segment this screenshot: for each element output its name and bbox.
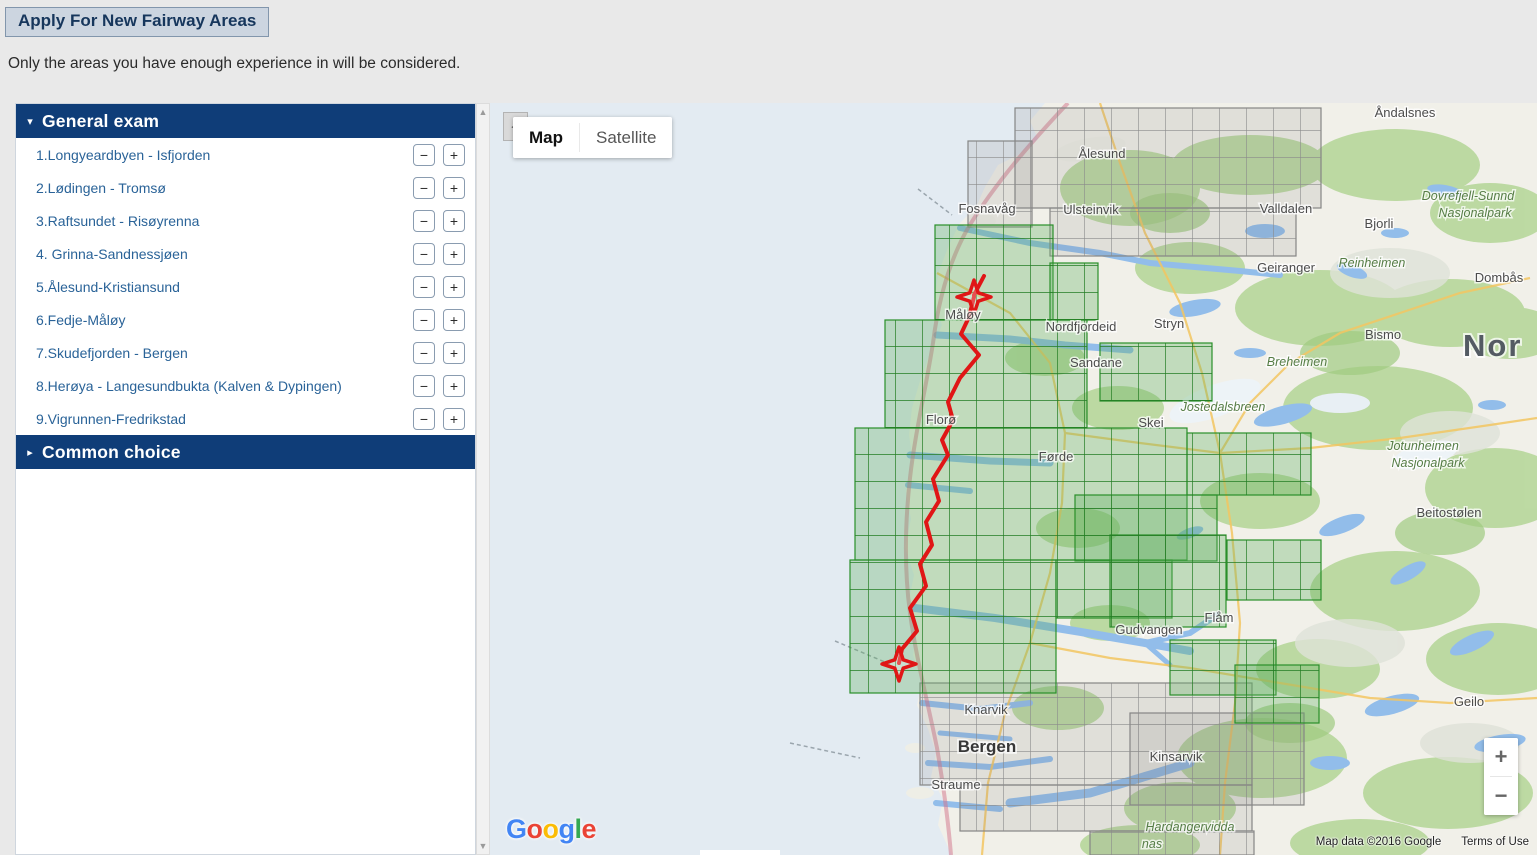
map-data-copyright: Map data ©2016 Google	[1316, 836, 1441, 848]
page-subtitle: Only the areas you have enough experienc…	[8, 55, 460, 73]
decrease-experience-button[interactable]: −	[413, 144, 435, 166]
scroll-down-icon[interactable]: ▼	[479, 838, 488, 854]
svg-text:Reinheimen: Reinheimen	[1339, 256, 1406, 270]
area-label: 4. Grinna-Sandnessjøen	[36, 246, 405, 262]
sidebar: ▾ General exam 1.Longyeardbyen - Isfjord…	[15, 103, 490, 855]
svg-text:Jotunheimen: Jotunheimen	[1386, 439, 1459, 453]
svg-text:Hardangervidda: Hardangervidda	[1146, 820, 1235, 834]
page-title: Apply For New Fairway Areas	[5, 7, 269, 37]
area-label: 7.Skudefjorden - Bergen	[36, 345, 405, 361]
map-graphics: Åndalsnes Ålesund Fosnavåg Ulsteinvik Vallda…	[490, 103, 1537, 855]
svg-text:Breheimen: Breheimen	[1267, 355, 1327, 369]
svg-text:Bjorli: Bjorli	[1365, 216, 1394, 231]
increase-experience-button[interactable]: +	[443, 342, 465, 364]
decrease-experience-button[interactable]: −	[413, 375, 435, 397]
map-attribution: Map data ©2016 Google Terms of Use	[1316, 836, 1529, 848]
area-label: 6.Fedje-Måløy	[36, 312, 405, 328]
increase-experience-button[interactable]: +	[443, 375, 465, 397]
area-row: 6.Fedje-Måløy − +	[16, 303, 475, 336]
map-view-button[interactable]: Map	[513, 117, 579, 158]
sidebar-panel: ▾ General exam 1.Longyeardbyen - Isfjord…	[15, 103, 476, 855]
increase-experience-button[interactable]: +	[443, 276, 465, 298]
area-label: 5.Ålesund-Kristiansund	[36, 279, 405, 295]
svg-text:Geiranger: Geiranger	[1257, 260, 1315, 275]
map-type-control: Map Satellite	[513, 117, 672, 158]
terms-of-use-link[interactable]: Terms of Use	[1461, 836, 1529, 848]
increase-experience-button[interactable]: +	[443, 408, 465, 430]
area-row: 2.Lødingen - Tromsø − +	[16, 171, 475, 204]
area-row: 5.Ålesund-Kristiansund − +	[16, 270, 475, 303]
svg-text:Ulsteinvik: Ulsteinvik	[1063, 202, 1119, 217]
area-row: 8.Herøya - Langesundbukta (Kalven & Dypi…	[16, 369, 475, 402]
area-label: 1.Longyeardbyen - Isfjorden	[36, 147, 405, 163]
svg-text:Jostedalsbreen: Jostedalsbreen	[1180, 400, 1266, 414]
increase-experience-button[interactable]: +	[443, 177, 465, 199]
section-common-choice[interactable]: ▸ Common choice	[16, 435, 475, 469]
sidebar-scrollbar[interactable]: ▲ ▼	[476, 103, 490, 855]
svg-text:Nordfjordeid: Nordfjordeid	[1046, 319, 1117, 334]
svg-text:Nasjonalpark: Nasjonalpark	[1392, 456, 1466, 470]
area-row: 9.Vigrunnen-Fredrikstad − +	[16, 402, 475, 435]
svg-text:Åndalsnes: Åndalsnes	[1375, 105, 1436, 120]
zoom-control: + −	[1484, 738, 1518, 815]
google-logo[interactable]: Google	[506, 814, 596, 845]
svg-text:Geilo: Geilo	[1454, 694, 1484, 709]
area-row: 7.Skudefjorden - Bergen − +	[16, 336, 475, 369]
svg-text:Ålesund: Ålesund	[1079, 146, 1126, 161]
area-label: 8.Herøya - Langesundbukta (Kalven & Dypi…	[36, 378, 405, 394]
area-label: 2.Lødingen - Tromsø	[36, 180, 405, 196]
scroll-up-icon[interactable]: ▲	[479, 104, 488, 120]
svg-text:Dombås: Dombås	[1475, 270, 1524, 285]
area-label: 9.Vigrunnen-Fredrikstad	[36, 411, 405, 427]
section-general-exam-label: General exam	[42, 111, 159, 132]
decrease-experience-button[interactable]: −	[413, 243, 435, 265]
decrease-experience-button[interactable]: −	[413, 408, 435, 430]
svg-text:Beitostølen: Beitostølen	[1416, 505, 1481, 520]
zoom-in-button[interactable]: +	[1484, 738, 1518, 776]
decrease-experience-button[interactable]: −	[413, 177, 435, 199]
svg-text:Sandane: Sandane	[1070, 355, 1122, 370]
decrease-experience-button[interactable]: −	[413, 276, 435, 298]
svg-text:Bergen: Bergen	[958, 737, 1017, 756]
svg-text:Nasjonalpark: Nasjonalpark	[1439, 206, 1513, 220]
svg-text:Gudvangen: Gudvangen	[1115, 622, 1182, 637]
svg-text:Straume: Straume	[931, 777, 980, 792]
satellite-view-button[interactable]: Satellite	[580, 117, 672, 158]
zoom-out-button[interactable]: −	[1484, 777, 1518, 815]
svg-text:Fosnavåg: Fosnavåg	[958, 201, 1015, 216]
svg-text:Kinsarvik: Kinsarvik	[1150, 749, 1203, 764]
svg-text:Måløy: Måløy	[945, 307, 981, 322]
area-list: 1.Longyeardbyen - Isfjorden − + 2.Løding…	[16, 138, 475, 435]
increase-experience-button[interactable]: +	[443, 144, 465, 166]
svg-text:nas: nas	[1142, 837, 1162, 851]
area-row: 4. Grinna-Sandnessjøen − +	[16, 237, 475, 270]
svg-text:Nor: Nor	[1463, 328, 1522, 363]
increase-experience-button[interactable]: +	[443, 210, 465, 232]
svg-text:Stryn: Stryn	[1154, 316, 1184, 331]
area-label: 3.Raftsundet - Risøyrenna	[36, 213, 405, 229]
apply-fairway-areas-page: Apply For New Fairway Areas Only the are…	[0, 0, 1537, 855]
svg-text:Knarvik: Knarvik	[964, 702, 1008, 717]
svg-text:Bismo: Bismo	[1365, 327, 1401, 342]
svg-text:Flåm: Flåm	[1205, 610, 1234, 625]
map-canvas[interactable]: Åndalsnes Ålesund Fosnavåg Ulsteinvik Vallda…	[490, 103, 1537, 855]
section-general-exam[interactable]: ▾ General exam	[16, 104, 475, 138]
svg-text:Valldalen: Valldalen	[1260, 201, 1313, 216]
caret-right-icon: ▸	[18, 446, 42, 459]
svg-text:Florø: Florø	[926, 412, 956, 427]
section-common-choice-label: Common choice	[42, 442, 181, 463]
svg-text:Skei: Skei	[1138, 415, 1163, 430]
area-row: 3.Raftsundet - Risøyrenna − +	[16, 204, 475, 237]
caret-down-icon: ▾	[18, 115, 42, 128]
increase-experience-button[interactable]: +	[443, 309, 465, 331]
increase-experience-button[interactable]: +	[443, 243, 465, 265]
svg-text:Dovrefjell-Sunnd: Dovrefjell-Sunnd	[1422, 189, 1515, 203]
decrease-experience-button[interactable]: −	[413, 342, 435, 364]
area-row: 1.Longyeardbyen - Isfjorden − +	[16, 138, 475, 171]
decrease-experience-button[interactable]: −	[413, 210, 435, 232]
decrease-experience-button[interactable]: −	[413, 309, 435, 331]
svg-text:Førde: Førde	[1039, 449, 1074, 464]
